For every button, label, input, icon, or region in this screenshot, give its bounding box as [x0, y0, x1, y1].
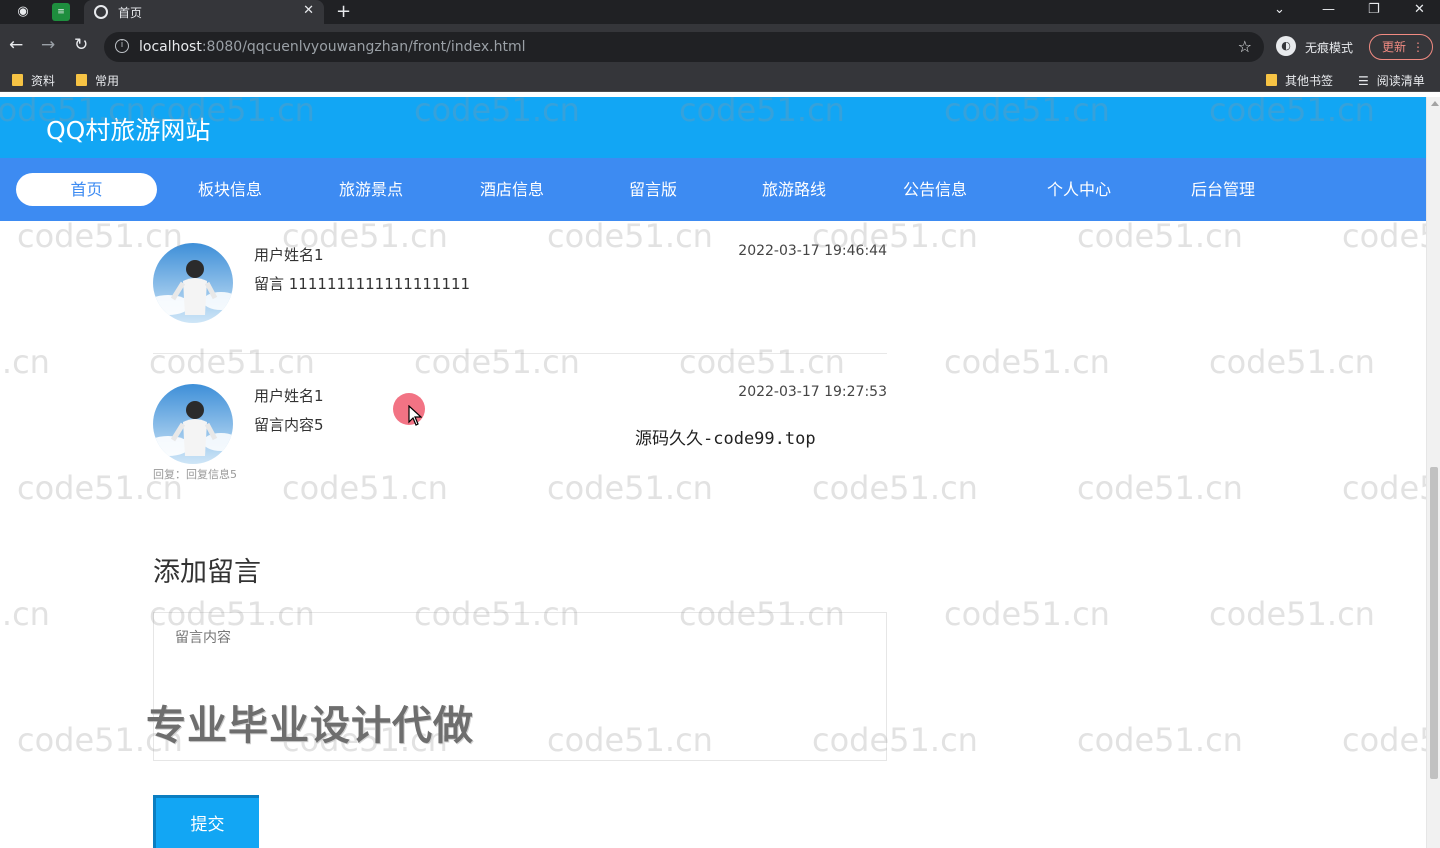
watermark: code51.cn: [0, 595, 50, 633]
message-user: 用户姓名1: [254, 387, 324, 405]
message-time: 2022-03-17 19:46:44: [738, 243, 887, 259]
page-scrollbar[interactable]: [1426, 97, 1440, 848]
new-tab-button[interactable]: +: [336, 1, 351, 22]
folder-icon: [1266, 74, 1277, 86]
watermark: code51.cn: [414, 343, 580, 381]
source-watermark: 源码久久-code99.top: [635, 429, 816, 449]
site-title[interactable]: QQ村旅游网站: [46, 111, 210, 147]
restore-icon[interactable]: ❐: [1368, 2, 1380, 17]
tab-search-icon[interactable]: ⌄: [1274, 2, 1285, 17]
tab-title: 首页: [118, 6, 143, 20]
message-divider: [153, 353, 887, 354]
browser-logo-icon: ◉: [17, 4, 29, 19]
sheets-tab-icon[interactable]: ≡: [52, 3, 70, 21]
reading-list-label: 阅读清单: [1376, 74, 1425, 88]
site-header: QQ村旅游网站: [0, 97, 1426, 158]
nav-attractions[interactable]: 旅游景点: [321, 173, 421, 206]
watermark: code51.cn: [149, 343, 315, 381]
incognito-label: 无痕模式: [1305, 41, 1354, 55]
reading-list[interactable]: ☰ 阅读清单: [1358, 72, 1425, 89]
watermark: code51.cn: [1077, 217, 1243, 255]
nav-routes[interactable]: 旅游路线: [744, 173, 844, 206]
folder-icon: [76, 74, 87, 86]
main-nav: 首页 板块信息 旅游景点 酒店信息 留言版 旅游路线 公告信息 个人中心 后台管…: [0, 158, 1426, 221]
watermark: code51.cn: [1209, 595, 1375, 633]
message-time: 2022-03-17 19:27:53: [738, 384, 887, 400]
watermark: code51.cn: [944, 595, 1110, 633]
bookmarks-bar: 资料 常用 其他书签 ☰ 阅读清单: [0, 68, 1440, 92]
watermark: code51.cn: [1342, 217, 1426, 255]
watermark: code51.cn: [1342, 721, 1426, 759]
promo-watermark: 专业毕业设计代做: [146, 703, 474, 749]
watermark: code51.cn: [1342, 469, 1426, 507]
message-item: 用户姓名1 留言 1111111111111111111 2022-03-17 …: [153, 243, 887, 343]
update-label: 更新: [1382, 40, 1407, 54]
message-reply: 回复：回复信息5: [153, 468, 237, 481]
nav-notices[interactable]: 公告信息: [885, 173, 985, 206]
address-bar[interactable]: i localhost:8080/qqcuenlvyouwangzhan/fro…: [104, 32, 1264, 62]
url-text: localhost:8080/qqcuenlvyouwangzhan/front…: [139, 39, 525, 55]
reload-icon[interactable]: ↻: [74, 35, 88, 55]
nav-guestbook[interactable]: 留言版: [603, 173, 703, 206]
bookmark-star-icon[interactable]: ☆: [1238, 37, 1252, 56]
message-text: 留言 1111111111111111111: [254, 275, 471, 293]
watermark: code51.cn: [1077, 469, 1243, 507]
browser-titlebar: ◉ ≡ 首页 ✕ + ⌄ — ❐ ✕: [0, 0, 1440, 24]
url-host: localhost: [139, 39, 202, 55]
forward-icon[interactable]: →: [41, 35, 55, 55]
bookmark-folder-changyong[interactable]: 常用: [76, 72, 119, 89]
watermark: code51.cn: [1077, 721, 1243, 759]
scrollbar-thumb[interactable]: [1430, 467, 1438, 779]
url-path: :8080/qqcuenlvyouwangzhan/front/index.ht…: [201, 39, 526, 55]
mouse-cursor-icon: [408, 405, 422, 426]
watermark: code51.cn: [1209, 343, 1375, 381]
reading-list-icon: ☰: [1358, 74, 1369, 88]
add-message-title: 添加留言: [153, 557, 261, 588]
incognito-icon: ◐: [1276, 36, 1296, 56]
bookmark-label: 常用: [95, 74, 120, 88]
page-favicon-icon: [94, 5, 108, 19]
folder-icon: [12, 74, 23, 86]
watermark: code51.cn: [0, 343, 50, 381]
browser-toolbar: ← → ↻ i localhost:8080/qqcuenlvyouwangzh…: [0, 24, 1440, 68]
submit-button[interactable]: 提交: [153, 795, 259, 848]
site-info-icon[interactable]: i: [115, 39, 129, 53]
tab-home[interactable]: 首页 ✕: [84, 0, 324, 24]
minimize-icon[interactable]: —: [1322, 2, 1335, 17]
scroll-up-arrow-icon[interactable]: [1431, 101, 1439, 106]
nav-hotels[interactable]: 酒店信息: [462, 173, 562, 206]
nav-sections[interactable]: 板块信息: [180, 173, 280, 206]
nav-home[interactable]: 首页: [16, 173, 157, 206]
page-viewport: QQ村旅游网站 首页 板块信息 旅游景点 酒店信息 留言版 旅游路线 公告信息 …: [0, 97, 1426, 848]
nav-profile[interactable]: 个人中心: [1029, 173, 1129, 206]
bookmark-folder-other[interactable]: 其他书签: [1266, 72, 1333, 89]
message-user: 用户姓名1: [254, 246, 324, 264]
bookmark-folder-ziliao[interactable]: 资料: [12, 72, 55, 89]
watermark: code51.cn: [944, 343, 1110, 381]
nav-admin[interactable]: 后台管理: [1173, 173, 1273, 206]
close-window-icon[interactable]: ✕: [1414, 2, 1425, 17]
avatar: [153, 384, 233, 464]
bookmark-label: 资料: [31, 74, 56, 88]
watermark: code51.cn: [679, 343, 845, 381]
bookmark-label: 其他书签: [1285, 74, 1334, 88]
tab-close-icon[interactable]: ✕: [303, 3, 314, 18]
update-button[interactable]: 更新 ⋮: [1369, 34, 1433, 60]
message-text: 留言内容5: [254, 416, 324, 434]
menu-dots-icon[interactable]: ⋮: [1412, 35, 1424, 59]
avatar: [153, 243, 233, 323]
back-icon[interactable]: ←: [9, 35, 23, 55]
